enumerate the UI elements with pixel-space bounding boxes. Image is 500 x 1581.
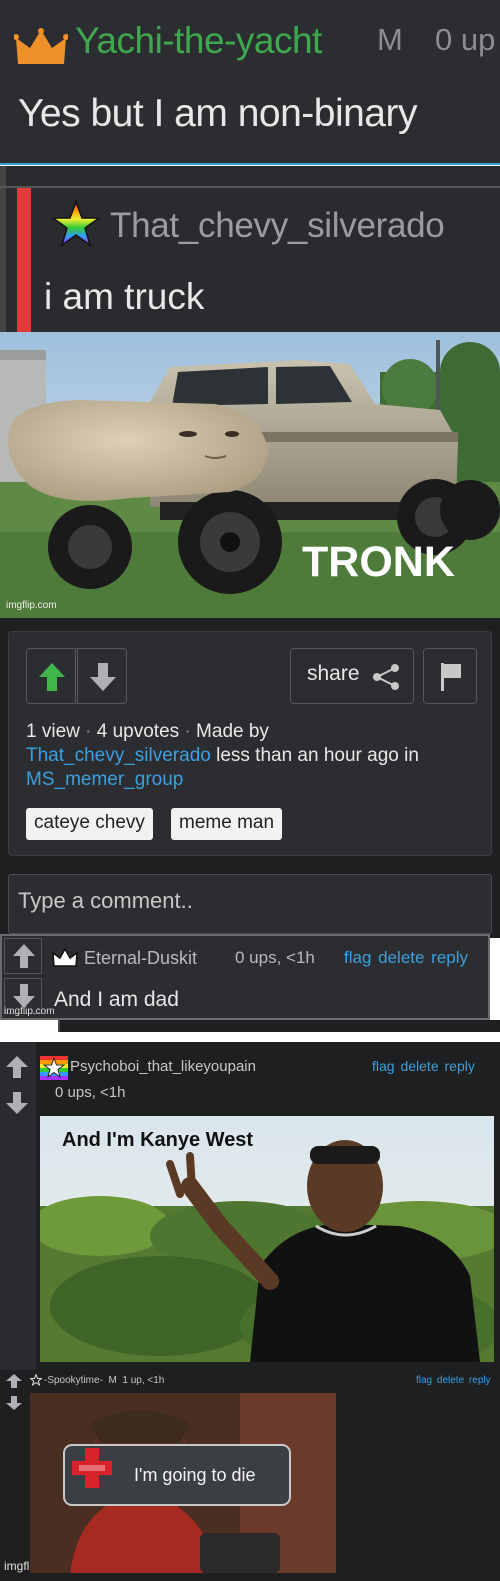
flag-button[interactable] xyxy=(423,648,477,704)
upvote-button[interactable] xyxy=(4,938,42,974)
upvote-count: 4 upvotes xyxy=(96,721,180,742)
view-count: 1 view xyxy=(26,721,80,742)
username[interactable]: Eternal-Duskit xyxy=(84,948,197,969)
divider xyxy=(0,186,500,188)
stream-link[interactable]: MS_memer_group xyxy=(26,769,183,790)
post-meta-line2: That_chevy_silverado less than an hour a… xyxy=(26,745,419,767)
down-arrow-icon xyxy=(13,984,35,1008)
mod-badge: M xyxy=(108,1375,117,1386)
down-arrow-icon[interactable] xyxy=(6,1092,28,1114)
crown-icon xyxy=(14,28,68,64)
up-arrow-icon xyxy=(13,944,35,968)
flag-icon xyxy=(441,663,461,691)
comment-text: And I am dad xyxy=(54,988,179,1011)
kanye-illustration: And I'm Kanye West xyxy=(40,1116,494,1362)
comment-text: i am truck xyxy=(44,276,205,317)
username[interactable]: Yachi-the-yacht xyxy=(75,20,322,62)
thread-border xyxy=(0,166,6,336)
thread-indicator xyxy=(17,188,31,334)
share-button[interactable]: share xyxy=(290,648,414,704)
comment-actions[interactable]: flag delete reply xyxy=(344,948,468,968)
username[interactable]: -Spookytime- xyxy=(44,1375,103,1386)
made-by-label: Made by xyxy=(196,721,269,742)
rainbow-star-icon xyxy=(40,1056,68,1080)
comment-actions[interactable]: flag delete reply xyxy=(372,1058,475,1074)
comment-duskit: Eternal-Duskit 0 ups, <1h flag delete re… xyxy=(0,934,490,1020)
meme-caption: And I'm Kanye West xyxy=(62,1129,253,1151)
up-arrow-icon[interactable] xyxy=(6,1056,28,1078)
username[interactable]: That_chevy_silverado xyxy=(110,206,445,246)
meme-image-kanye: And I'm Kanye West xyxy=(40,1116,494,1362)
meme-image-truck: TRONK imgflip.com xyxy=(0,332,500,618)
comment-meta: 0 ups, <1h xyxy=(235,948,315,967)
upvote-button[interactable] xyxy=(26,648,76,704)
comment-meta: 0 ups, <1h xyxy=(55,1084,126,1101)
down-arrow-icon xyxy=(90,663,116,691)
comment-box: Type a comment.. xyxy=(0,868,500,938)
crown-icon xyxy=(52,948,78,967)
up-arrow-icon xyxy=(39,663,65,691)
comment-header: -Spookytime- M 1 up, <1h xyxy=(44,1375,164,1386)
post-meta-line1: 1 view · 4 upvotes · Made by xyxy=(26,721,269,742)
comment-meta: 1 up, <1h xyxy=(122,1375,165,1386)
username[interactable]: Psychoboi_that_likeyoupain xyxy=(70,1058,256,1075)
share-label: share xyxy=(307,662,360,685)
comment-placeholder: Type a comment.. xyxy=(18,888,193,913)
author-link[interactable]: That_chevy_silverado xyxy=(26,745,211,766)
up-arrow-icon[interactable] xyxy=(6,1374,22,1388)
meme-image-soldier: I'm going to die xyxy=(30,1393,336,1573)
watermark: imgflip.com xyxy=(4,1006,55,1017)
comment-actions[interactable]: flag delete reply xyxy=(416,1375,491,1386)
meme-caption: TRONK xyxy=(302,538,455,586)
share-icon xyxy=(373,664,399,690)
mod-badge: M xyxy=(377,22,403,57)
watermark: imgflip.com xyxy=(6,600,57,611)
star-outline-icon xyxy=(30,1374,42,1386)
time-text: less than an hour ago in xyxy=(216,745,419,766)
soldier-illustration: I'm going to die xyxy=(30,1393,336,1573)
comment-yachi: Yachi-the-yacht M 0 up Yes but I am non-… xyxy=(0,0,500,165)
post-meta-line3: MS_memer_group xyxy=(26,769,183,791)
comment-chevy: That_chevy_silverado i am truck xyxy=(0,166,500,336)
upvote-count: 0 up xyxy=(435,22,496,57)
downvote-button[interactable] xyxy=(77,648,127,704)
meme-caption: I'm going to die xyxy=(134,1465,256,1485)
divider xyxy=(0,163,500,165)
divider xyxy=(58,1020,500,1032)
down-arrow-icon[interactable] xyxy=(6,1396,22,1410)
tag-chip[interactable]: meme man xyxy=(171,808,283,840)
truck-illustration: TRONK xyxy=(0,332,500,618)
rainbow-star-icon xyxy=(52,200,100,247)
comment-text: Yes but I am non-binary xyxy=(18,92,417,135)
tag-chip[interactable]: cateye chevy xyxy=(26,808,153,840)
